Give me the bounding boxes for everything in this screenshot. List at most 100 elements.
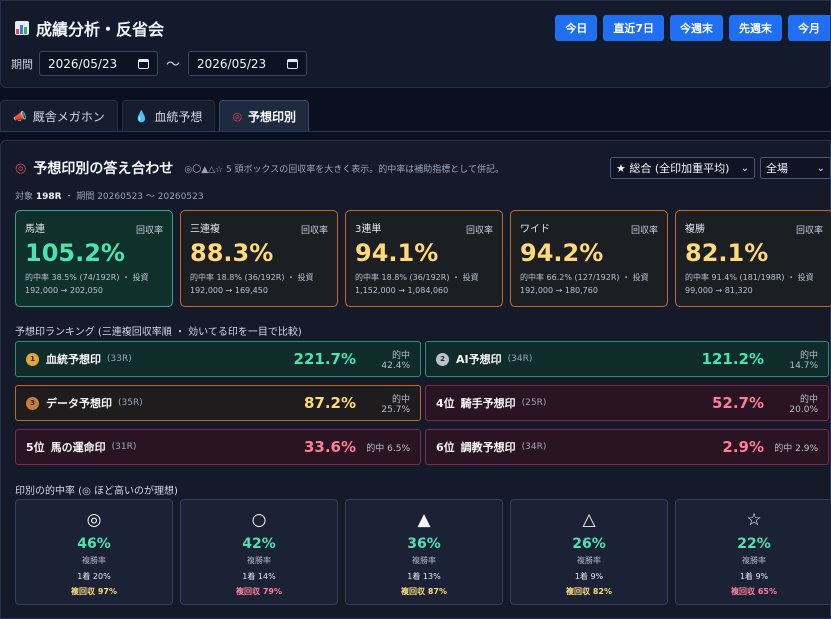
star-mark-icon: ☆ (746, 510, 762, 530)
app-root: 成績分析・反省会 今日 直近7日 今週末 先週末 今月 期間 2026/05/2… (0, 0, 831, 619)
race-count: (34R) (507, 354, 533, 364)
hit-rate: 的中 42.4% (381, 350, 410, 371)
place-recovery: 複回収 97% (71, 587, 117, 596)
blood-drop-icon: 💧 (134, 109, 149, 123)
target-count: 198R (35, 192, 62, 202)
calendar-icon[interactable] (287, 58, 298, 69)
this-month-button[interactable]: 今月 (788, 15, 830, 41)
place-recovery: 複回収 82% (566, 587, 612, 596)
venue-select[interactable]: 全場 ⌄ (760, 157, 831, 179)
recovery-label: 回収率 (630, 226, 658, 236)
calendar-icon[interactable] (138, 58, 149, 69)
rank-label: 6位 (436, 441, 455, 454)
recovery-rate: 94.2% (520, 239, 604, 267)
investment-line: 1,152,000 → 1,084,060 (355, 286, 449, 295)
double-circle-mark-icon: ◎ (86, 510, 102, 530)
mark-card-honmei: ◎ 46% 複勝率 1着 20% 複回収 97% (15, 499, 173, 605)
win-rate: 1着 9% (574, 572, 604, 581)
win-rate: 1着 20% (77, 572, 111, 581)
place-rate: 46% (77, 536, 111, 552)
mark-hit-rate-cards: ◎ 46% 複勝率 1着 20% 複回収 97% ○ 42% 複勝率 1着 14… (15, 499, 831, 605)
place-rate-label: 複勝率 (412, 556, 436, 565)
target-summary: 対象 198R ・ 期間 20260523 〜 20260523 (15, 189, 204, 202)
tab-divider (0, 131, 831, 132)
quick-range-buttons: 今日 直近7日 今週末 先週末 今月 (555, 15, 830, 41)
mark-card-tanana: ▲ 36% 複勝率 1着 13% 複回収 87% (345, 499, 503, 605)
recovery-rate: 87.2% (303, 394, 356, 412)
recovery-label: 回収率 (465, 226, 493, 236)
recovery-rate: 94.1% (355, 239, 439, 267)
bet-card-sanrenpuku: 三連複 回収率 88.3% 的中率 18.8% (36/192R) ・ 投資 1… (180, 210, 338, 307)
recovery-rate: 221.7% (293, 350, 356, 368)
bar-chart-icon (15, 21, 29, 35)
panel-header: ◎ 予想印別の答え合わせ ◎〇▲△☆ 5 頭ボックスの回収率を大きく表示。的中率… (15, 158, 504, 178)
ranking-item: 5位 馬の運命印 (31R) 33.6% 的中 6.5% (15, 429, 421, 465)
investment-line: 99,000 → 81,320 (685, 286, 753, 295)
recovery-rate: 105.2% (25, 239, 125, 267)
place-recovery: 複回収 79% (236, 587, 282, 596)
page-title: 成績分析・反省会 (15, 16, 164, 40)
date-to-value: 2026/05/23 (197, 56, 267, 71)
tab-by-mark[interactable]: ◎ 予想印別 (219, 100, 310, 131)
hit-rate: 的中 6.5% (366, 443, 410, 454)
rank-label: 4位 (436, 397, 455, 410)
hit-rate: 的中 2.9% (774, 443, 818, 454)
recovery-label: 回収率 (135, 226, 163, 236)
place-rate: 36% (407, 536, 441, 552)
recovery-rate: 121.2% (701, 350, 764, 368)
hit-rate-line: 的中率 18.8% (36/192R) ・ 投資 (355, 273, 479, 282)
date-from-value: 2026/05/23 (48, 56, 118, 71)
investment-line: 192,000 → 180,760 (520, 286, 598, 295)
last-7-days-button[interactable]: 直近7日 (603, 15, 664, 41)
recovery-label: 回収率 (795, 226, 823, 236)
mark-name: AI予想印 (456, 353, 502, 366)
period-separator: 〜 (166, 56, 180, 73)
investment-line: 192,000 → 202,050 (25, 286, 103, 295)
mark-card-taikou: ○ 42% 複勝率 1着 14% 複回収 79% (180, 499, 338, 605)
tab-bloodline[interactable]: 💧 血統予想 (121, 100, 216, 131)
race-count: (33R) (107, 354, 132, 364)
header: 成績分析・反省会 今日 直近7日 今週末 先週末 今月 期間 2026/05/2… (0, 0, 831, 88)
chevron-down-icon: ⌄ (816, 162, 825, 174)
hit-rate-line: 的中率 91.4% (181/198R) ・ 投資 (685, 273, 814, 282)
hit-rate: 的中 25.7% (381, 394, 410, 415)
place-recovery: 複回収 87% (401, 587, 447, 596)
ranking-item: 4位 騎手予想印 (25R) 52.7% 的中 20.0% (425, 385, 829, 421)
hit-rate-line: 的中率 18.8% (36/192R) ・ 投資 (190, 273, 314, 282)
page-title-text: 成績分析・反省会 (36, 20, 165, 39)
venue-value: 全場 (766, 162, 788, 175)
recovery-rate: 82.1% (685, 239, 769, 267)
recovery-rate: 88.3% (190, 239, 274, 267)
megaphone-icon: 📣 (13, 109, 27, 123)
last-weekend-button[interactable]: 先週末 (729, 15, 782, 41)
mark-hit-rate-title: 印別の的中率 (◎ ほど高いのが理想) (15, 486, 178, 497)
race-count: (25R) (521, 398, 547, 408)
win-rate: 1着 9% (739, 572, 769, 581)
tab-label: 予想印別 (248, 109, 297, 124)
period-selector: 期間 2026/05/23 〜 2026/05/23 (11, 51, 307, 76)
mark-name: 血統予想印 (46, 353, 101, 366)
recovery-rate: 52.7% (711, 394, 764, 412)
aggregate-mode-select[interactable]: ★ 総合 (全印加重平均) ⌄ (610, 157, 755, 179)
hit-rate-line: 的中率 38.5% (74/192R) ・ 投資 (25, 273, 149, 282)
tab-stable-megaphone[interactable]: 📣 厩舎メガホン (0, 100, 118, 131)
mark-card-renka: △ 26% 複勝率 1着 9% 複回収 82% (510, 499, 668, 605)
mark-name: データ予想印 (46, 397, 112, 410)
ranking-item: 6位 調教予想印 (34R) 2.9% 的中 2.9% (425, 429, 829, 465)
today-button[interactable]: 今日 (555, 15, 598, 41)
tab-label: 血統予想 (154, 109, 203, 124)
date-from-input[interactable]: 2026/05/23 (39, 51, 158, 76)
hit-rate: 的中 20.0% (789, 394, 818, 415)
main-panel: ◎ 予想印別の答え合わせ ◎〇▲△☆ 5 頭ボックスの回収率を大きく表示。的中率… (0, 140, 831, 619)
period-label: 期間 (11, 57, 33, 71)
this-weekend-button[interactable]: 今週末 (670, 15, 723, 41)
investment-line: 192,000 → 169,450 (190, 286, 268, 295)
date-to-input[interactable]: 2026/05/23 (188, 51, 307, 76)
hit-rate: 的中 14.7% (789, 350, 818, 371)
bet-card-sanrentan: 3連単 回収率 94.1% 的中率 18.8% (36/192R) ・ 投資 1… (345, 210, 503, 307)
bet-card-wide: ワイド 回収率 94.2% 的中率 66.2% (127/192R) ・ 投資 … (510, 210, 668, 307)
bet-card-fukusho: 複勝 回収率 82.1% 的中率 91.4% (181/198R) ・ 投資 9… (675, 210, 831, 307)
mark-card-hoshi: ☆ 22% 複勝率 1着 9% 複回収 65% (675, 499, 831, 605)
ranking-item: 2 AI予想印 (34R) 121.2% 的中 14.7% (425, 341, 829, 377)
rank-label: 5位 (26, 441, 45, 454)
